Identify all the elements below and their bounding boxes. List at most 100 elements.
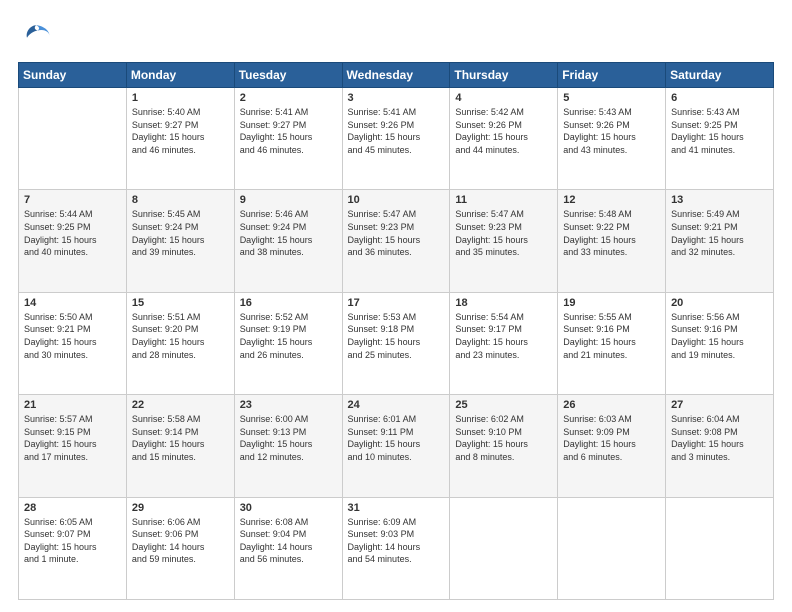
- week-row-3: 14 Sunrise: 5:50 AM Sunset: 9:21 PM Dayli…: [19, 292, 774, 394]
- weekday-row: SundayMondayTuesdayWednesdayThursdayFrid…: [19, 63, 774, 88]
- header: [18, 18, 774, 54]
- calendar-cell: 21Sunrise: 5:57 AM Sunset: 9:15 PM Dayli…: [19, 395, 127, 497]
- calendar-cell: 27 Sunrise: 6:04 AM Sunset: 9:08 PM Dayli…: [666, 395, 774, 497]
- day-number: 29: [132, 502, 229, 514]
- day-number: 27: [671, 399, 768, 411]
- day-info: Sunrise: 5:58 AM Sunset: 9:14 PM Dayligh…: [132, 413, 229, 463]
- calendar-cell: 12 Sunrise: 5:48 AM Sunset: 9:22 PM Dayli…: [558, 190, 666, 292]
- calendar-cell: 2 Sunrise: 5:41 AM Sunset: 9:27 PM Daylig…: [234, 88, 342, 190]
- day-number: 26: [563, 399, 660, 411]
- calendar-cell: 30 Sunrise: 6:08 AM Sunset: 9:04 PM Dayli…: [234, 497, 342, 599]
- day-number: 30: [240, 502, 337, 514]
- day-number: 20: [671, 297, 768, 309]
- day-info: Sunrise: 6:03 AM Sunset: 9:09 PM Dayligh…: [563, 413, 660, 463]
- day-number: 18: [455, 297, 552, 309]
- day-number: 4: [455, 92, 552, 104]
- day-number: 16: [240, 297, 337, 309]
- calendar-cell: 18Sunrise: 5:54 AM Sunset: 9:17 PM Dayli…: [450, 292, 558, 394]
- week-row-2: 7Sunrise: 5:44 AM Sunset: 9:25 PM Daylig…: [19, 190, 774, 292]
- weekday-header-tuesday: Tuesday: [234, 63, 342, 88]
- calendar-cell: 22 Sunrise: 5:58 AM Sunset: 9:14 PM Dayli…: [126, 395, 234, 497]
- weekday-header-saturday: Saturday: [666, 63, 774, 88]
- day-number: 8: [132, 194, 229, 206]
- day-info: Sunrise: 5:42 AM Sunset: 9:26 PM Dayligh…: [455, 106, 552, 156]
- day-number: 22: [132, 399, 229, 411]
- day-info: Sunrise: 5:49 AM Sunset: 9:21 PM Dayligh…: [671, 208, 768, 258]
- calendar-cell: [558, 497, 666, 599]
- day-number: 1: [132, 92, 229, 104]
- day-info: Sunrise: 5:40 AM Sunset: 9:27 PM Dayligh…: [132, 106, 229, 156]
- day-number: 28: [24, 502, 121, 514]
- calendar-cell: 28 Sunrise: 6:05 AM Sunset: 9:07 PM Dayli…: [19, 497, 127, 599]
- page: SundayMondayTuesdayWednesdayThursdayFrid…: [0, 0, 792, 612]
- day-number: 3: [348, 92, 445, 104]
- calendar-cell: 26 Sunrise: 6:03 AM Sunset: 9:09 PM Dayli…: [558, 395, 666, 497]
- calendar-cell: 13 Sunrise: 5:49 AM Sunset: 9:21 PM Dayli…: [666, 190, 774, 292]
- day-info: Sunrise: 5:41 AM Sunset: 9:27 PM Dayligh…: [240, 106, 337, 156]
- day-info: Sunrise: 6:06 AM Sunset: 9:06 PM Dayligh…: [132, 516, 229, 566]
- calendar-cell: 19 Sunrise: 5:55 AM Sunset: 9:16 PM Dayli…: [558, 292, 666, 394]
- day-info: Sunrise: 5:41 AM Sunset: 9:26 PM Dayligh…: [348, 106, 445, 156]
- calendar-cell: 23 Sunrise: 6:00 AM Sunset: 9:13 PM Dayli…: [234, 395, 342, 497]
- calendar-cell: 8 Sunrise: 5:45 AM Sunset: 9:24 PM Daylig…: [126, 190, 234, 292]
- day-number: 6: [671, 92, 768, 104]
- calendar-cell: 5Sunrise: 5:43 AM Sunset: 9:26 PM Daylig…: [558, 88, 666, 190]
- calendar-cell: 24Sunrise: 6:01 AM Sunset: 9:11 PM Dayli…: [342, 395, 450, 497]
- day-number: 24: [348, 399, 445, 411]
- day-info: Sunrise: 5:47 AM Sunset: 9:23 PM Dayligh…: [455, 208, 552, 258]
- calendar-cell: 29 Sunrise: 6:06 AM Sunset: 9:06 PM Dayli…: [126, 497, 234, 599]
- day-info: Sunrise: 5:46 AM Sunset: 9:24 PM Dayligh…: [240, 208, 337, 258]
- day-info: Sunrise: 5:45 AM Sunset: 9:24 PM Dayligh…: [132, 208, 229, 258]
- calendar: SundayMondayTuesdayWednesdayThursdayFrid…: [18, 62, 774, 600]
- calendar-cell: [666, 497, 774, 599]
- day-info: Sunrise: 5:50 AM Sunset: 9:21 PM Dayligh…: [24, 311, 121, 361]
- day-number: 15: [132, 297, 229, 309]
- weekday-header-sunday: Sunday: [19, 63, 127, 88]
- day-number: 11: [455, 194, 552, 206]
- calendar-cell: 16Sunrise: 5:52 AM Sunset: 9:19 PM Dayli…: [234, 292, 342, 394]
- weekday-header-friday: Friday: [558, 63, 666, 88]
- calendar-cell: 7Sunrise: 5:44 AM Sunset: 9:25 PM Daylig…: [19, 190, 127, 292]
- calendar-cell: 17Sunrise: 5:53 AM Sunset: 9:18 PM Dayli…: [342, 292, 450, 394]
- day-info: Sunrise: 5:48 AM Sunset: 9:22 PM Dayligh…: [563, 208, 660, 258]
- logo-icon: [18, 18, 54, 54]
- weekday-header-thursday: Thursday: [450, 63, 558, 88]
- logo: [18, 18, 58, 54]
- day-number: 23: [240, 399, 337, 411]
- day-info: Sunrise: 5:44 AM Sunset: 9:25 PM Dayligh…: [24, 208, 121, 258]
- weekday-header-wednesday: Wednesday: [342, 63, 450, 88]
- calendar-cell: 31Sunrise: 6:09 AM Sunset: 9:03 PM Dayli…: [342, 497, 450, 599]
- day-info: Sunrise: 6:00 AM Sunset: 9:13 PM Dayligh…: [240, 413, 337, 463]
- calendar-cell: 20Sunrise: 5:56 AM Sunset: 9:16 PM Dayli…: [666, 292, 774, 394]
- calendar-cell: 3 Sunrise: 5:41 AM Sunset: 9:26 PM Daylig…: [342, 88, 450, 190]
- day-number: 14: [24, 297, 121, 309]
- day-number: 31: [348, 502, 445, 514]
- day-number: 25: [455, 399, 552, 411]
- day-number: 19: [563, 297, 660, 309]
- day-number: 2: [240, 92, 337, 104]
- day-info: Sunrise: 6:04 AM Sunset: 9:08 PM Dayligh…: [671, 413, 768, 463]
- day-info: Sunrise: 5:51 AM Sunset: 9:20 PM Dayligh…: [132, 311, 229, 361]
- week-row-4: 21Sunrise: 5:57 AM Sunset: 9:15 PM Dayli…: [19, 395, 774, 497]
- day-info: Sunrise: 6:05 AM Sunset: 9:07 PM Dayligh…: [24, 516, 121, 566]
- calendar-cell: [450, 497, 558, 599]
- calendar-cell: 25 Sunrise: 6:02 AM Sunset: 9:10 PM Dayli…: [450, 395, 558, 497]
- day-info: Sunrise: 5:43 AM Sunset: 9:25 PM Dayligh…: [671, 106, 768, 156]
- day-number: 9: [240, 194, 337, 206]
- day-info: Sunrise: 5:55 AM Sunset: 9:16 PM Dayligh…: [563, 311, 660, 361]
- calendar-cell: 4 Sunrise: 5:42 AM Sunset: 9:26 PM Daylig…: [450, 88, 558, 190]
- calendar-cell: 11 Sunrise: 5:47 AM Sunset: 9:23 PM Dayli…: [450, 190, 558, 292]
- day-info: Sunrise: 5:57 AM Sunset: 9:15 PM Dayligh…: [24, 413, 121, 463]
- day-number: 13: [671, 194, 768, 206]
- calendar-cell: 6 Sunrise: 5:43 AM Sunset: 9:25 PM Daylig…: [666, 88, 774, 190]
- day-number: 12: [563, 194, 660, 206]
- calendar-cell: 15 Sunrise: 5:51 AM Sunset: 9:20 PM Dayli…: [126, 292, 234, 394]
- weekday-header-monday: Monday: [126, 63, 234, 88]
- calendar-cell: 14 Sunrise: 5:50 AM Sunset: 9:21 PM Dayli…: [19, 292, 127, 394]
- day-number: 10: [348, 194, 445, 206]
- week-row-5: 28 Sunrise: 6:05 AM Sunset: 9:07 PM Dayli…: [19, 497, 774, 599]
- calendar-cell: 9 Sunrise: 5:46 AM Sunset: 9:24 PM Daylig…: [234, 190, 342, 292]
- day-info: Sunrise: 6:08 AM Sunset: 9:04 PM Dayligh…: [240, 516, 337, 566]
- calendar-cell: 1 Sunrise: 5:40 AM Sunset: 9:27 PM Daylig…: [126, 88, 234, 190]
- day-info: Sunrise: 6:02 AM Sunset: 9:10 PM Dayligh…: [455, 413, 552, 463]
